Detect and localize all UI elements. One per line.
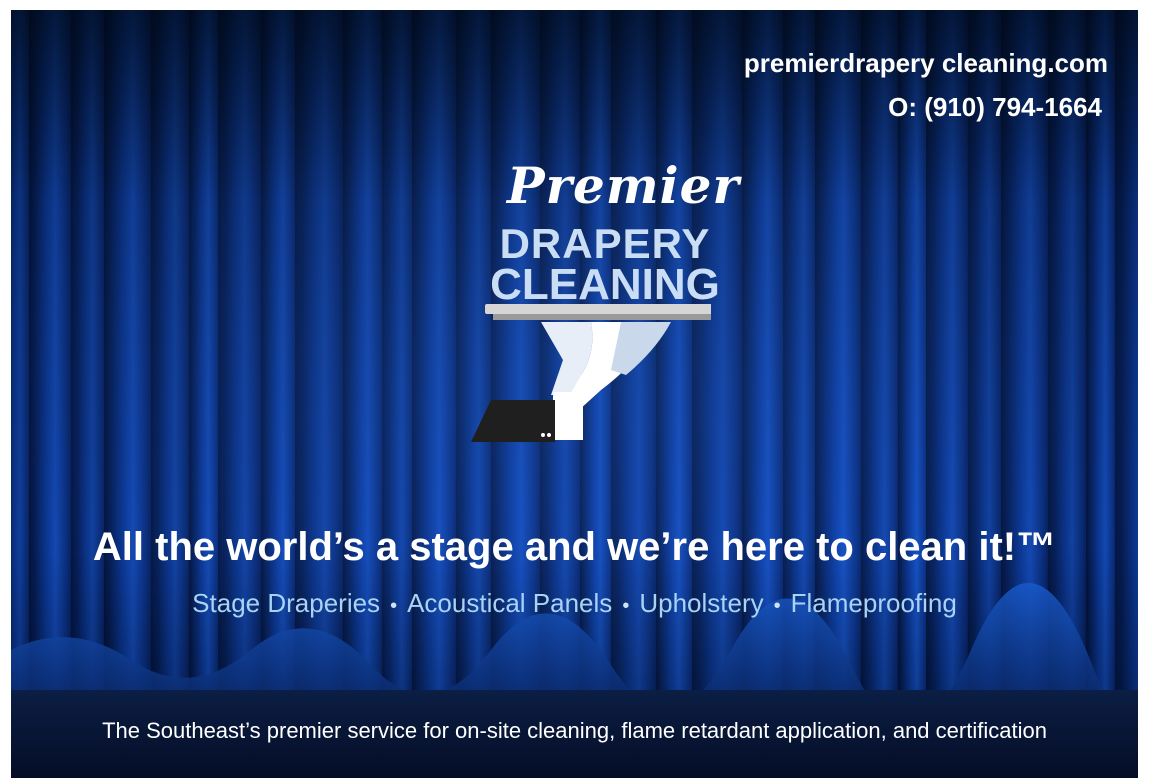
service-upholstery: Upholstery — [639, 588, 764, 618]
separator-dot: • — [773, 595, 781, 617]
service-acoustical-panels: Acoustical Panels — [407, 588, 613, 618]
services-list: Stage Draperies • Acoustical Panels • Uphols… — [11, 588, 1138, 619]
website-link[interactable]: premierdrapery cleaning.com — [744, 48, 1108, 79]
advertisement-card: premierdrapery cleaning.com O: (910) 794… — [11, 10, 1138, 778]
logo-script-text: Premier — [507, 156, 740, 215]
separator-dot: • — [390, 595, 398, 617]
footer-text: The Southeast’s premier service for on-s… — [102, 718, 1047, 743]
gloved-hand-tray-icon — [471, 304, 711, 442]
service-stage-draperies: Stage Draperies — [192, 588, 381, 618]
premier-drapery-cleaning-logo: Premier DRAPERY CLEANING — [431, 150, 751, 460]
service-flameproofing: Flameproofing — [790, 588, 957, 618]
tagline: All the world’s a stage and we’re here t… — [92, 525, 1057, 569]
phone-number[interactable]: O: (910) 794-1664 — [888, 92, 1102, 123]
separator-dot: • — [622, 595, 630, 617]
